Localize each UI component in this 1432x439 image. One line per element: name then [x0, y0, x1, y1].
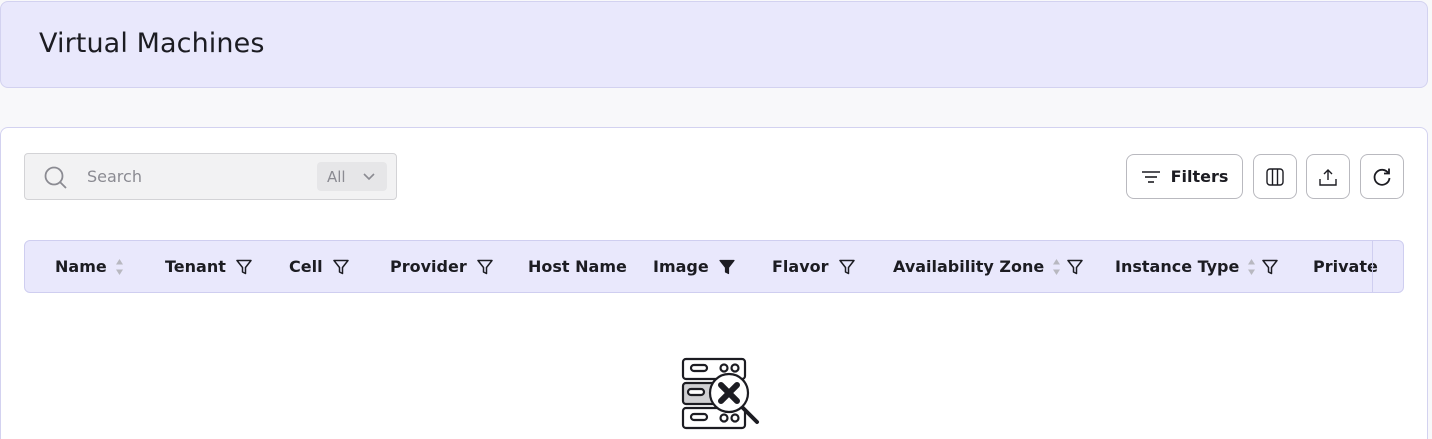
sort-icon[interactable] — [1247, 258, 1256, 276]
column-label: Availability Zone — [893, 257, 1045, 276]
column-label: Provider — [390, 257, 467, 276]
column-label: Name — [55, 257, 107, 276]
vm-list-panel: Search All Filters Name Tenant Cell Prov… — [0, 127, 1428, 439]
funnel-icon[interactable] — [1262, 259, 1279, 275]
funnel-icon[interactable] — [838, 259, 855, 275]
filter-lines-icon — [1141, 170, 1160, 183]
funnel-icon[interactable] — [476, 259, 493, 275]
export-button[interactable] — [1306, 154, 1350, 199]
search-placeholder: Search — [87, 167, 142, 186]
column-label: Instance Type — [1115, 257, 1240, 276]
column-header-tenant[interactable]: Tenant — [165, 241, 252, 292]
columns-icon — [1266, 167, 1284, 186]
sort-icon[interactable] — [115, 258, 124, 276]
search-input[interactable]: Search All — [24, 153, 397, 200]
funnel-icon[interactable] — [236, 259, 252, 275]
refresh-icon — [1373, 168, 1391, 186]
column-header-flavor[interactable]: Flavor — [772, 241, 855, 292]
column-header-availability-zone[interactable]: Availability Zone — [893, 241, 1083, 292]
column-header-name[interactable]: Name — [55, 241, 124, 292]
column-header-private: Private — [1313, 241, 1378, 292]
filters-button[interactable]: Filters — [1126, 154, 1243, 199]
column-header-instance-type[interactable]: Instance Type — [1115, 241, 1279, 292]
search-scope-value: All — [327, 167, 346, 186]
column-header-image[interactable]: Image — [653, 241, 735, 292]
column-label: Image — [653, 257, 709, 276]
funnel-filled-icon[interactable] — [719, 259, 735, 275]
no-servers-found-icon — [669, 356, 761, 436]
table-header: Name Tenant Cell Provider Host Name Imag… — [24, 240, 1404, 293]
funnel-icon[interactable] — [1067, 259, 1083, 275]
refresh-button[interactable] — [1360, 154, 1404, 199]
column-label: Flavor — [772, 257, 829, 276]
chevron-down-icon — [363, 173, 375, 181]
column-divider — [1372, 241, 1373, 292]
column-header-host-name: Host Name — [528, 241, 627, 292]
column-label: Host Name — [528, 257, 627, 276]
page-header: Virtual Machines — [0, 1, 1428, 88]
columns-button[interactable] — [1253, 154, 1297, 199]
search-icon — [43, 165, 69, 195]
column-header-cell[interactable]: Cell — [289, 241, 349, 292]
column-header-provider[interactable]: Provider — [390, 241, 493, 292]
filters-label: Filters — [1170, 167, 1229, 186]
column-label: Tenant — [165, 257, 226, 276]
page-title: Virtual Machines — [39, 28, 265, 59]
upload-icon — [1319, 168, 1337, 186]
search-scope-select[interactable]: All — [317, 162, 387, 191]
sort-icon[interactable] — [1052, 258, 1061, 276]
column-label: Cell — [289, 257, 323, 276]
column-label: Private — [1313, 257, 1378, 276]
funnel-icon[interactable] — [332, 259, 349, 275]
